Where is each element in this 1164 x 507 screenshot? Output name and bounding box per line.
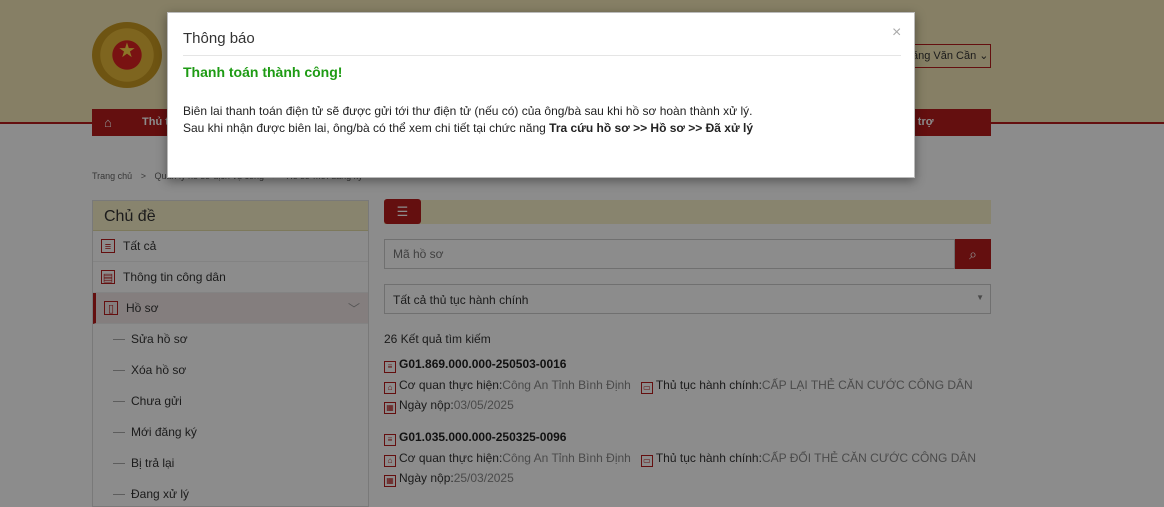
close-icon[interactable]: × — [892, 24, 901, 42]
modal-title: Thông báo — [183, 30, 255, 47]
receipt-info-text: Biên lai thanh toán điện tử sẽ được gửi … — [183, 104, 753, 118]
payment-success-message: Thanh toán thành công! — [183, 64, 343, 80]
notification-modal: Thông báo × Thanh toán thành công! Biên … — [167, 12, 915, 178]
receipt-lookup-text: Sau khi nhận được biên lai, ông/bà có th… — [183, 121, 753, 135]
receipt-lookup-path: Tra cứu hồ sơ >> Hồ sơ >> Đã xử lý — [549, 121, 754, 135]
receipt-lookup-prefix: Sau khi nhận được biên lai, ông/bà có th… — [183, 121, 550, 135]
modal-divider — [183, 55, 901, 56]
